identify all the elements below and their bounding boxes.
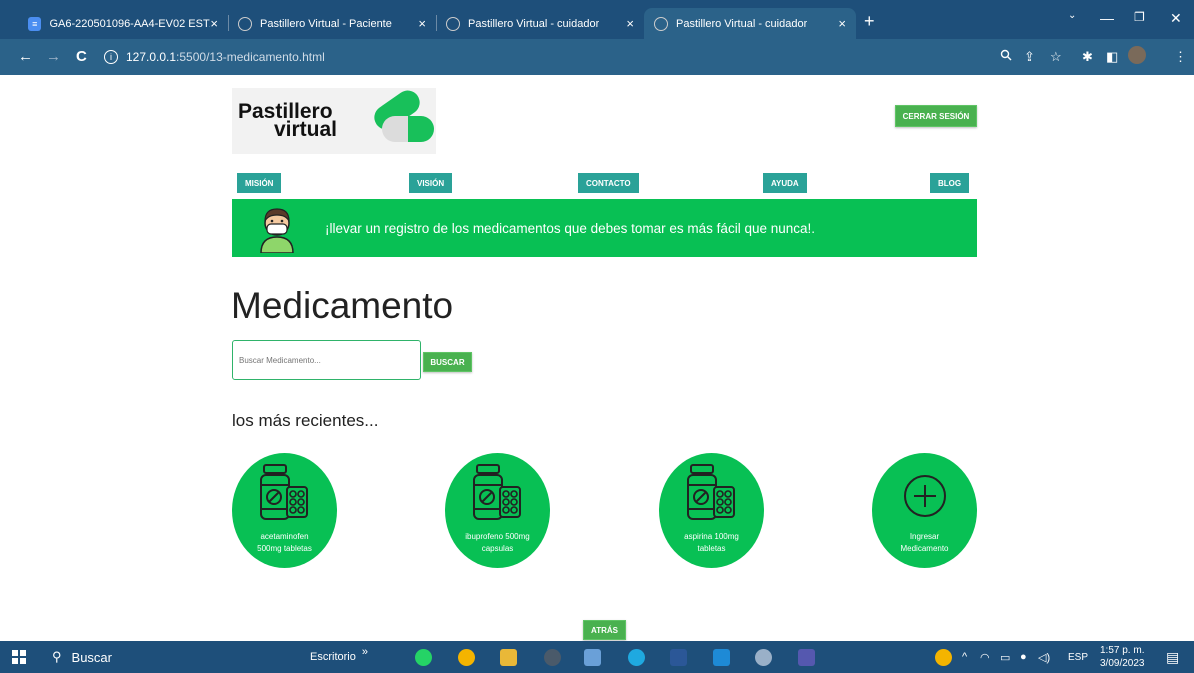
nav-blog[interactable]: BLOG bbox=[930, 173, 970, 193]
medicine-bottle-icon bbox=[260, 464, 308, 520]
taskbar-search-label: Buscar bbox=[71, 649, 112, 665]
tab-title: Pastillero Virtual - Paciente bbox=[260, 17, 392, 30]
globe-icon bbox=[238, 16, 252, 31]
page-title: Medicamento bbox=[231, 285, 454, 326]
profile-avatar[interactable] bbox=[1128, 46, 1146, 64]
back-icon[interactable]: ← bbox=[18, 48, 33, 65]
browser-tab-bar: ≡ GA6-220501096-AA4-EV02 ESTÁ × Pastille… bbox=[0, 0, 1194, 39]
word-icon[interactable] bbox=[670, 649, 687, 666]
new-tab-button[interactable]: + bbox=[864, 12, 875, 30]
medication-label: acetaminofen 500mg tabletas bbox=[257, 532, 312, 553]
desktop-toolbar[interactable]: Escritorio » bbox=[310, 646, 368, 667]
plus-circle-icon bbox=[904, 475, 946, 517]
restore-icon[interactable]: ❐ bbox=[1134, 10, 1145, 24]
docs-icon: ≡ bbox=[28, 16, 42, 31]
web-page: Pastillero virtual CERRAR SESIÓN MISIÓN … bbox=[0, 75, 1194, 641]
browser-address-bar: ← → C i 127.0.0.1 :5500/13-medicamento.h… bbox=[0, 39, 1194, 75]
close-tab-icon[interactable]: × bbox=[418, 16, 426, 31]
help-icon[interactable] bbox=[935, 649, 952, 666]
logo-text-line2: virtual bbox=[274, 118, 338, 141]
medication-card[interactable]: aspirina 100mg tabletas bbox=[659, 453, 764, 568]
tab-title: Pastillero Virtual - cuidador bbox=[676, 17, 808, 30]
close-tab-icon[interactable]: × bbox=[626, 16, 634, 31]
teams-icon[interactable] bbox=[798, 649, 815, 666]
close-window-icon[interactable]: ✕ bbox=[1170, 10, 1182, 27]
browser-tab[interactable]: ≡ GA6-220501096-AA4-EV02 ESTÁ × bbox=[18, 8, 228, 39]
close-tab-icon[interactable]: × bbox=[838, 16, 846, 31]
browser-tab-active[interactable]: Pastillero Virtual - cuidador × bbox=[644, 8, 856, 39]
menu-kebab-icon[interactable]: ⋮ bbox=[1174, 49, 1187, 65]
medication-card[interactable]: ibuprofeno 500mg capsulas bbox=[445, 453, 550, 568]
tab-search-icon[interactable]: ⌄ bbox=[1068, 10, 1076, 21]
banner-message: ¡llevar un registro de los medicamentos … bbox=[325, 221, 816, 236]
nav-mision[interactable]: MISIÓN bbox=[237, 173, 282, 193]
browser-tab[interactable]: Pastillero Virtual - cuidador × bbox=[436, 8, 644, 39]
close-tab-icon[interactable]: × bbox=[210, 16, 218, 31]
forward-icon[interactable]: → bbox=[46, 48, 61, 65]
vscode-icon[interactable] bbox=[713, 649, 730, 666]
zoom-search-icon[interactable] bbox=[1000, 49, 1012, 64]
clock-time: 1:57 p. m. bbox=[1100, 645, 1145, 656]
taskbar-search[interactable]: ⚲ Buscar bbox=[52, 647, 112, 667]
medicine-bottle-icon bbox=[473, 464, 521, 520]
clock[interactable]: 1:57 p. m. 3/09/2023 bbox=[1100, 643, 1145, 671]
nav-contacto[interactable]: CONTACTO bbox=[578, 173, 639, 193]
media-player-icon[interactable] bbox=[544, 649, 561, 666]
notification-icon[interactable]: ▤ bbox=[1166, 647, 1179, 667]
share-icon[interactable]: ⇪ bbox=[1024, 49, 1035, 65]
info-icon[interactable]: i bbox=[104, 50, 118, 64]
medication-card[interactable]: acetaminofen 500mg tabletas bbox=[232, 453, 337, 568]
add-medication-label: Ingresar Medicamento bbox=[900, 532, 949, 553]
search-input[interactable] bbox=[232, 340, 421, 380]
os-taskbar: ⚲ Buscar Escritorio » ^ ◠ ▭ ● ◁) ESP 1:5… bbox=[0, 641, 1194, 673]
language-indicator[interactable]: ESP bbox=[1068, 647, 1088, 667]
volume-icon[interactable]: ◁) bbox=[1038, 647, 1050, 667]
tab-title: GA6-220501096-AA4-EV02 ESTÁ bbox=[49, 17, 211, 30]
chevron-icon: » bbox=[361, 646, 368, 658]
medication-label: ibuprofeno 500mg capsulas bbox=[465, 532, 530, 553]
tray-chevron-icon[interactable]: ^ bbox=[962, 647, 967, 667]
clock-date: 3/09/2023 bbox=[1100, 658, 1145, 669]
browser-tab[interactable]: Pastillero Virtual - Paciente × bbox=[228, 8, 436, 39]
search-icon: ⚲ bbox=[52, 649, 62, 664]
minimize-icon[interactable]: — bbox=[1100, 10, 1114, 26]
desktop-label: Escritorio bbox=[310, 651, 356, 663]
nav-ayuda[interactable]: AYUDA bbox=[763, 173, 807, 193]
file-explorer-icon[interactable] bbox=[500, 649, 517, 666]
paint-icon[interactable] bbox=[755, 649, 772, 666]
edge-icon[interactable] bbox=[628, 649, 645, 666]
side-panel-icon[interactable]: ◧ bbox=[1106, 49, 1118, 65]
whatsapp-icon[interactable] bbox=[415, 649, 432, 666]
back-button[interactable]: ATRÁS bbox=[583, 620, 626, 640]
hero-banner: ¡llevar un registro de los medicamentos … bbox=[232, 199, 977, 257]
wifi-icon[interactable]: ◠ bbox=[980, 647, 990, 667]
battery-icon[interactable]: ▭ bbox=[1000, 647, 1010, 667]
tab-title: Pastillero Virtual - cuidador bbox=[468, 17, 600, 30]
chrome-icon[interactable] bbox=[458, 649, 475, 666]
globe-icon bbox=[446, 16, 460, 31]
url-field[interactable]: i 127.0.0.1 :5500/13-medicamento.html bbox=[104, 46, 325, 68]
app-icon[interactable] bbox=[584, 649, 601, 666]
add-medication-card[interactable]: Ingresar Medicamento bbox=[872, 453, 977, 568]
recent-heading: los más recientes... bbox=[232, 411, 379, 430]
microphone-icon[interactable]: ● bbox=[1020, 647, 1027, 667]
medication-label: aspirina 100mg tabletas bbox=[684, 532, 739, 553]
globe-icon bbox=[654, 16, 668, 31]
logout-button[interactable]: CERRAR SESIÓN bbox=[895, 105, 977, 127]
extensions-icon[interactable]: ✱ bbox=[1082, 49, 1093, 65]
medicine-bottle-icon bbox=[687, 464, 735, 520]
windows-start-icon[interactable] bbox=[12, 647, 26, 667]
url-path: :5500/13-medicamento.html bbox=[176, 50, 325, 64]
search-button[interactable]: BUSCAR bbox=[423, 352, 472, 372]
site-logo[interactable]: Pastillero virtual bbox=[232, 85, 436, 154]
bookmark-star-icon[interactable]: ☆ bbox=[1050, 49, 1062, 65]
url-host: 127.0.0.1 bbox=[126, 50, 177, 64]
reload-icon[interactable]: C bbox=[76, 48, 87, 65]
nav-vision[interactable]: VISIÓN bbox=[409, 173, 453, 193]
doctor-avatar-icon bbox=[260, 208, 294, 253]
pill-icon bbox=[382, 116, 434, 142]
